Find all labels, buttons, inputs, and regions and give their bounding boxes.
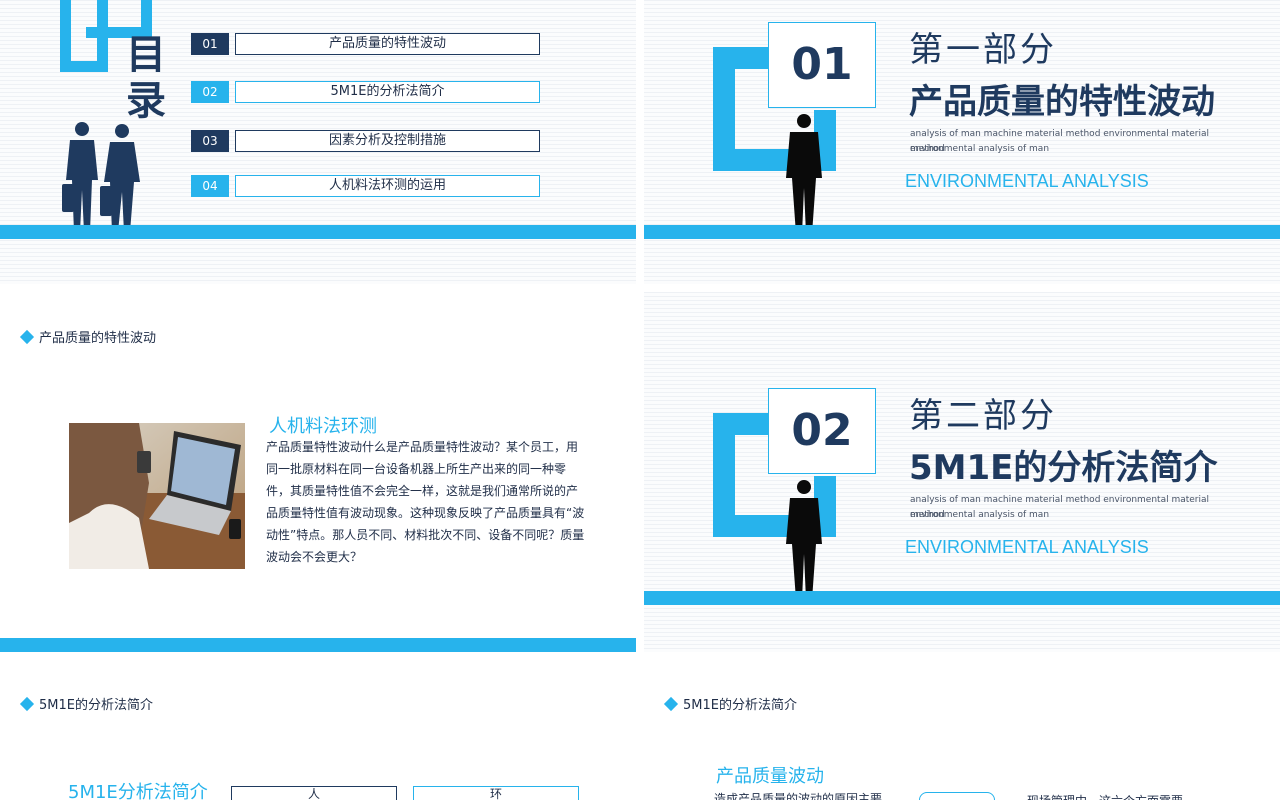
section-02-part-label: 第二部分 [909, 396, 1057, 436]
toc-item-3-label[interactable]: 因素分析及控制措施 [235, 130, 540, 152]
toc-slide[interactable]: 目录 01 产品质量的特性波动 02 5M1E的分析法简介 03 因素分析及控制… [0, 0, 636, 284]
toc-item-2-label[interactable]: 5M1E的分析法简介 [235, 81, 540, 103]
businessman-silhouette-icon [786, 480, 822, 600]
quality-fluctuation-slide[interactable]: 5M1E的分析法简介 产品质量波动 造成产品质量的波动的原因主要 现场管理中，这… [644, 660, 1280, 800]
br-breadcrumb-label: 5M1E的分析法简介 [683, 698, 797, 713]
laptop-photo-illustration [69, 423, 245, 569]
bl-breadcrumb-label: 5M1E的分析法简介 [39, 698, 153, 713]
businessman-silhouette-icon [786, 114, 822, 234]
section-01-bottom-bar [644, 225, 1280, 239]
section-02-small-text-2: environmental analysis of man [910, 510, 1050, 520]
content-heading: 人机料法环测 [269, 416, 377, 437]
section-02-bottom-bar [644, 591, 1280, 605]
section-02-slide[interactable]: 02 第二部分 5M1E的分析法简介 analysis of man machi… [644, 292, 1280, 652]
section-01-number: 01 [768, 22, 876, 108]
toc-item-4-number: 04 [191, 175, 229, 197]
br-rounded-box [919, 792, 995, 800]
laptop-photo [69, 423, 245, 569]
content-paragraph: 产品质量特性波动什么是产品质量特性波动？某个员工，用同一批原材料在同一台设备机器… [266, 440, 585, 564]
section-01-title: 产品质量的特性波动 [909, 82, 1215, 122]
toc-item-1-label[interactable]: 产品质量的特性波动 [235, 33, 540, 55]
toc-item-1-number: 01 [191, 33, 229, 55]
section-01-english-label: ENVIRONMENTAL ANALYSIS [905, 171, 1149, 191]
5m1e-intro-slide[interactable]: 5M1E的分析法简介 5M1E分析法简介 人 环 [0, 660, 636, 800]
diamond-icon [19, 696, 35, 711]
section-02-title: 5M1E的分析法简介 [909, 448, 1218, 488]
businessmen-silhouette-icon [62, 122, 140, 232]
diamond-icon [19, 329, 35, 344]
br-breadcrumb: 5M1E的分析法简介 [663, 694, 797, 713]
br-text-right: 现场管理中，这六个方面需要 [1027, 790, 1183, 800]
toc-item-3-number: 03 [191, 130, 229, 152]
content-breadcrumb: 产品质量的特性波动 [19, 327, 157, 346]
toc-title: 目录 [126, 32, 166, 124]
content-breadcrumb-label: 产品质量的特性波动 [39, 331, 157, 346]
br-heading: 产品质量波动 [716, 766, 824, 787]
section-01-part-label: 第一部分 [909, 30, 1057, 70]
bl-breadcrumb: 5M1E的分析法简介 [19, 694, 153, 713]
bl-box-environment: 环 [413, 786, 579, 800]
bl-heading: 5M1E分析法简介 [68, 782, 208, 800]
section-01-small-text-2: environmental analysis of man [910, 144, 1050, 154]
diamond-icon [663, 696, 679, 711]
bl-box-person: 人 [231, 786, 397, 800]
content-bottom-bar [0, 638, 636, 652]
toc-bottom-bar [0, 225, 636, 239]
section-02-english-label: ENVIRONMENTAL ANALYSIS [905, 537, 1149, 557]
content-slide[interactable]: 产品质量的特性波动 人机料法环测 产品质量特性波动什么是产品质量特性波动？某个员… [0, 292, 636, 652]
section-01-slide[interactable]: 01 第一部分 产品质量的特性波动 analysis of man machin… [644, 0, 1280, 284]
toc-item-2-number: 02 [191, 81, 229, 103]
toc-item-4-label[interactable]: 人机料法环测的运用 [235, 175, 540, 197]
section-02-number: 02 [768, 388, 876, 474]
br-text-left: 造成产品质量的波动的原因主要 [714, 792, 883, 800]
